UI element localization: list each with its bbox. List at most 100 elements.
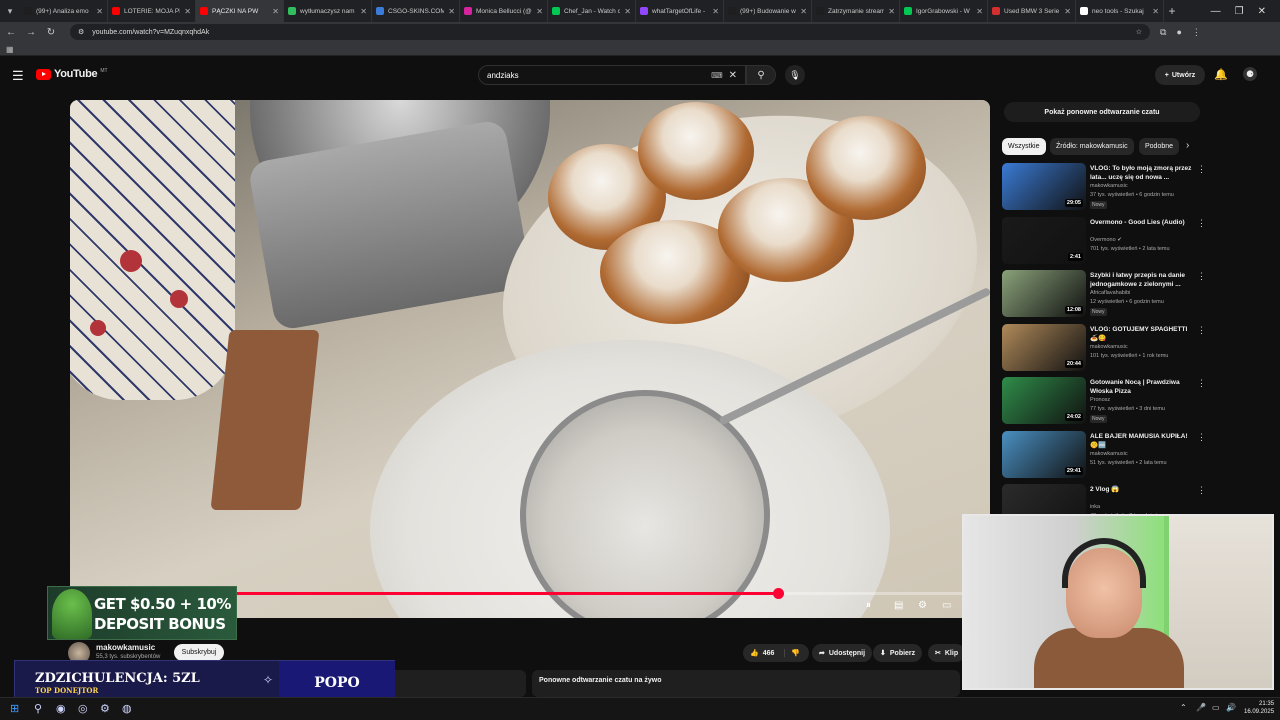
related-video-item[interactable]: 2:41 Overmono - Good Lies (Audio) Overmono… bbox=[1002, 216, 1206, 267]
tray-chevron-icon[interactable]: ⌃ bbox=[1180, 703, 1187, 712]
voice-search-button[interactable]: 🎙 bbox=[785, 65, 805, 85]
clip-button[interactable]: ✂ Klip bbox=[928, 644, 966, 662]
chrome-icon[interactable]: ◎ bbox=[78, 702, 88, 715]
settings-taskbar-icon[interactable]: ⚙ bbox=[100, 702, 110, 715]
video-channel[interactable]: Africaflavahabibi bbox=[1090, 290, 1130, 296]
discord-icon[interactable]: ◉ bbox=[56, 702, 66, 715]
video-channel[interactable]: inka bbox=[1090, 504, 1100, 510]
video-thumbnail[interactable]: 29:05 bbox=[1002, 163, 1086, 210]
new-tab-button[interactable]: + bbox=[1164, 4, 1180, 18]
volume-icon[interactable]: 🔊 bbox=[1226, 703, 1236, 712]
video-thumbnail[interactable]: 24:02 bbox=[1002, 377, 1086, 424]
autoplay-toggle-icon[interactable]: ⏸ bbox=[866, 600, 871, 611]
tab-search-chevron-icon[interactable]: ▾ bbox=[0, 0, 20, 22]
search-button[interactable]: ⚲ bbox=[746, 65, 776, 85]
more-options-icon[interactable]: ⋮ bbox=[1197, 218, 1206, 229]
windows-start-icon[interactable]: ⊞ bbox=[10, 702, 19, 715]
thumbs-down-icon[interactable]: 👎 bbox=[784, 649, 800, 657]
youtube-logo[interactable]: YouTube MT bbox=[36, 68, 108, 80]
subscribe-button[interactable]: Subskrybuj bbox=[174, 644, 224, 661]
browser-tab[interactable]: IgorGrabowski - W ✕ bbox=[900, 0, 988, 22]
chip-all[interactable]: Wszystkie bbox=[1002, 138, 1046, 155]
more-options-icon[interactable]: ⋮ bbox=[1197, 325, 1206, 336]
tab-close-icon[interactable]: ✕ bbox=[888, 7, 895, 16]
browser-tab[interactable]: neo tools - Szukaj ✕ bbox=[1076, 0, 1164, 22]
tab-close-icon[interactable]: ✕ bbox=[448, 7, 455, 16]
tab-close-icon[interactable]: ✕ bbox=[184, 7, 191, 16]
settings-gear-icon[interactable]: ⚙ bbox=[918, 600, 927, 611]
menu-hamburger-icon[interactable]: ☰ bbox=[12, 68, 24, 84]
tab-close-icon[interactable]: ✕ bbox=[712, 7, 719, 16]
browser-tab[interactable]: PĄCZKI NA PW ✕ bbox=[196, 0, 284, 22]
video-title[interactable]: Overmono - Good Lies (Audio) bbox=[1090, 218, 1192, 227]
account-avatar[interactable]: ⚈ bbox=[1243, 67, 1257, 81]
tab-close-icon[interactable]: ✕ bbox=[360, 7, 367, 16]
tray-monitor-icon[interactable]: ▭ bbox=[1212, 703, 1220, 712]
reload-icon[interactable]: ↻ bbox=[46, 27, 56, 38]
profile-icon[interactable]: ● bbox=[1176, 27, 1181, 37]
forward-icon[interactable]: → bbox=[26, 27, 36, 38]
video-channel[interactable]: makowkamusic bbox=[1090, 183, 1128, 189]
taskbar-clock[interactable]: 21:35 16.09.2025 bbox=[1244, 700, 1274, 716]
browser-tab[interactable]: Zatrzymanie stream ✕ bbox=[812, 0, 900, 22]
site-info-icon[interactable]: ⚙ bbox=[78, 28, 84, 36]
chip-related[interactable]: Podobne bbox=[1139, 138, 1180, 155]
chip-from-channel[interactable]: Źródło: makowkamusic bbox=[1050, 138, 1134, 155]
tab-close-icon[interactable]: ✕ bbox=[1064, 7, 1071, 16]
related-video-item[interactable]: 29:05 VLOG: To było moją zmorą przez lata… bbox=[1002, 163, 1206, 213]
browser-tab[interactable]: Chef_Jan - Watch c ✕ bbox=[548, 0, 636, 22]
chips-next-chevron-icon[interactable]: › bbox=[1186, 140, 1189, 151]
tab-close-icon[interactable]: ✕ bbox=[800, 7, 807, 16]
tab-close-icon[interactable]: ✕ bbox=[1152, 7, 1159, 16]
browser-tab[interactable]: Monica Bellucci (@ ✕ bbox=[460, 0, 548, 22]
related-video-item[interactable]: 29:41 ALE BAJER MAMUSIA KUPIŁA!🤫🆒 makowkam… bbox=[1002, 430, 1206, 481]
video-player[interactable]: ⏸ ▤ ⚙ ▭ bbox=[70, 100, 990, 618]
create-button[interactable]: + Utwórz bbox=[1155, 65, 1205, 85]
tab-close-icon[interactable]: ✕ bbox=[272, 7, 279, 16]
browser-tab[interactable]: (99+) Analiza emo ✕ bbox=[20, 0, 108, 22]
obs-icon[interactable]: ◍ bbox=[122, 702, 132, 715]
close-window-icon[interactable]: ✕ bbox=[1258, 6, 1266, 17]
maximize-icon[interactable]: ❐ bbox=[1235, 6, 1244, 17]
browser-tab[interactable]: LOTERIE: MOJA PER ✕ bbox=[108, 0, 196, 22]
extensions-icon[interactable]: ⧉ bbox=[1160, 27, 1166, 38]
video-thumbnail[interactable]: 29:41 bbox=[1002, 430, 1086, 478]
video-title[interactable]: VLOG: GOTUJEMY SPAGHETTI 🍝😋 bbox=[1090, 325, 1192, 343]
browser-tab[interactable]: wytłumaczysz nam ✕ bbox=[284, 0, 372, 22]
video-thumbnail[interactable]: 20:44 bbox=[1002, 323, 1086, 371]
browser-tab[interactable]: whatTargetOfLife - ✕ bbox=[636, 0, 724, 22]
tab-close-icon[interactable]: ✕ bbox=[624, 7, 631, 16]
related-video-item[interactable]: 12:08 Szybki i łatwy przepis na danie jed… bbox=[1002, 270, 1206, 320]
browser-tab[interactable]: (99+) Budowanie wi ✕ bbox=[724, 0, 812, 22]
video-channel[interactable]: makowkamusic bbox=[1090, 451, 1128, 457]
ad-overlay-banner[interactable]: GET $0.50 + 10% DEPOSIT BONUS bbox=[47, 586, 237, 640]
video-title[interactable]: 2 Vlog 😱 bbox=[1090, 485, 1192, 494]
keyboard-icon[interactable]: ⌨ bbox=[711, 71, 723, 80]
browser-tab[interactable]: Used BMW 3 Serie ✕ bbox=[988, 0, 1076, 22]
video-channel[interactable]: makowkamusic bbox=[1090, 344, 1128, 350]
more-options-icon[interactable]: ⋮ bbox=[1197, 164, 1206, 175]
video-thumbnail[interactable]: 2:41 bbox=[1002, 216, 1086, 264]
tab-close-icon[interactable]: ✕ bbox=[96, 7, 103, 16]
related-video-item[interactable]: 24:02 Gotowanie Nocą | Prawdziwa Włoska P… bbox=[1002, 377, 1206, 427]
apps-grid-icon[interactable]: ▦ bbox=[6, 45, 14, 54]
more-options-icon[interactable]: ⋮ bbox=[1197, 378, 1206, 389]
video-channel[interactable]: Pronosz bbox=[1090, 397, 1110, 403]
video-channel[interactable]: Overmono ✔ bbox=[1090, 237, 1122, 243]
channel-name[interactable]: makowkamusic bbox=[96, 643, 155, 652]
minimize-icon[interactable]: — bbox=[1211, 6, 1221, 17]
bookmark-star-icon[interactable]: ☆ bbox=[1136, 28, 1142, 36]
browser-menu-icon[interactable]: ⋮ bbox=[1192, 27, 1201, 38]
tab-close-icon[interactable]: ✕ bbox=[976, 7, 983, 16]
related-video-item[interactable]: 20:44 VLOG: GOTUJEMY SPAGHETTI 🍝😋 makowkam… bbox=[1002, 323, 1206, 374]
browser-tab[interactable]: CSGO-SKINS.COM ✕ bbox=[372, 0, 460, 22]
search-input[interactable]: andziaks ⌨ ✕ bbox=[478, 65, 746, 85]
video-thumbnail[interactable]: 12:08 bbox=[1002, 270, 1086, 317]
share-button[interactable]: ➦ Udostępnij bbox=[812, 644, 873, 662]
back-icon[interactable]: ← bbox=[6, 27, 16, 38]
theater-mode-icon[interactable]: ▭ bbox=[942, 600, 951, 611]
video-title[interactable]: Gotowanie Nocą | Prawdziwa Włoska Pizza bbox=[1090, 378, 1192, 396]
subtitles-icon[interactable]: ▤ bbox=[894, 600, 903, 611]
show-chat-replay-button[interactable]: Pokaż ponowne odtwarzanie czatu bbox=[1004, 102, 1200, 122]
video-title[interactable]: Szybki i łatwy przepis na danie jednogam… bbox=[1090, 271, 1192, 289]
